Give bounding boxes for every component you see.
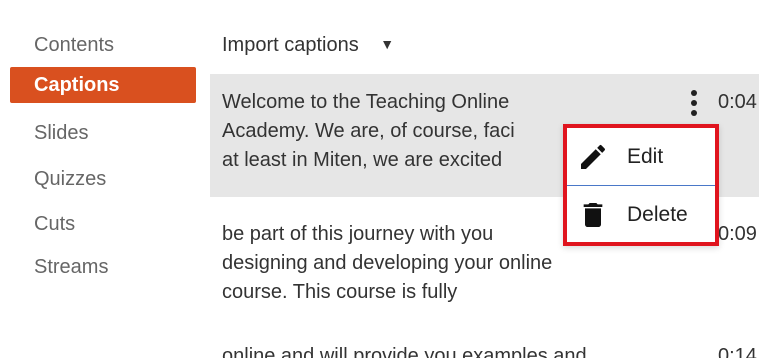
more-options-icon[interactable]: [684, 88, 704, 118]
caption-timestamp: 0:14: [718, 345, 757, 358]
sidebar-item-streams[interactable]: Streams: [10, 249, 196, 285]
sidebar-item-cuts[interactable]: Cuts: [10, 206, 196, 242]
caption-line: Welcome to the Teaching Online: [222, 91, 510, 113]
caption-timestamp: 0:04: [718, 91, 757, 113]
sidebar-item-contents[interactable]: Contents: [10, 27, 196, 63]
import-captions-dropdown[interactable]: Import captions ▼: [222, 28, 394, 60]
caption-row[interactable]: online and will provide you examples and…: [210, 328, 759, 358]
delete-label: Delete: [627, 203, 688, 226]
caret-down-icon: ▼: [380, 36, 395, 52]
delete-menu-item[interactable]: Delete: [567, 186, 715, 243]
caption-line: designing and developing your online: [222, 252, 553, 274]
caption-line: course. This course is fully: [222, 281, 458, 303]
sidebar-item-captions[interactable]: Captions: [10, 67, 196, 103]
import-captions-label: Import captions: [222, 34, 359, 56]
edit-menu-item[interactable]: Edit: [567, 128, 715, 186]
caption-line: online and will provide you examples and: [222, 345, 587, 358]
caption-editor: Contents Captions Slides Quizzes Cuts St…: [0, 0, 759, 358]
caption-timestamp: 0:09: [718, 223, 757, 245]
edit-label: Edit: [627, 145, 664, 168]
sidebar-item-quizzes[interactable]: Quizzes: [10, 161, 196, 197]
trash-icon: [583, 203, 603, 227]
caption-text: online and will provide you examples and: [222, 342, 642, 358]
caption-context-menu: Edit Delete: [563, 124, 719, 246]
sidebar-nav: Contents Captions Slides Quizzes Cuts St…: [0, 0, 200, 358]
sidebar-item-slides[interactable]: Slides: [10, 115, 196, 151]
pencil-icon: [581, 144, 606, 169]
